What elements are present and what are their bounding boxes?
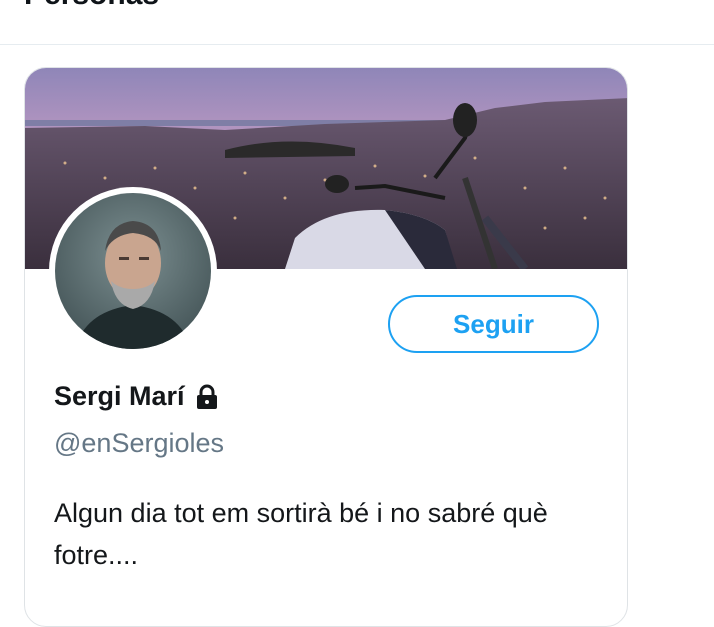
user-card[interactable]: Seguir Sergi Marí @enSergioles Algun dia… (24, 67, 628, 627)
name-row: Sergi Marí (54, 381, 219, 412)
section-title: Personas (24, 0, 159, 12)
user-handle[interactable]: @enSergioles (54, 428, 224, 459)
avatar-image (55, 193, 211, 349)
user-bio: Algun dia tot em sortirà bé i no sabré q… (54, 498, 548, 570)
follow-button[interactable]: Seguir (388, 295, 599, 353)
display-name[interactable]: Sergi Marí (54, 381, 185, 412)
profile-avatar[interactable] (49, 187, 217, 355)
section-divider (0, 44, 714, 45)
lock-icon (195, 384, 219, 410)
